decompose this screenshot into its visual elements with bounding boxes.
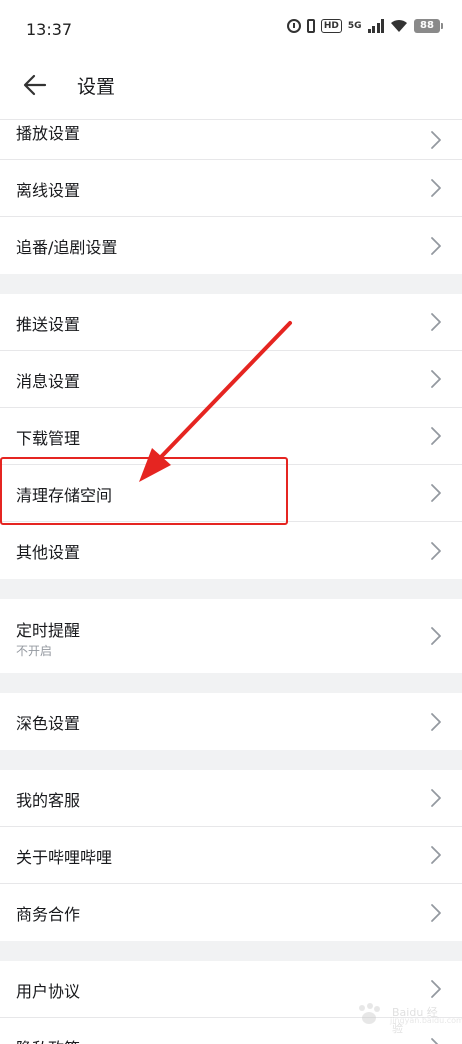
- settings-group: 播放设置离线设置追番/追剧设置: [0, 120, 462, 274]
- chevron-right-icon: [430, 369, 442, 389]
- chevron-right-icon: [430, 903, 442, 923]
- settings-item[interactable]: 推送设置: [0, 294, 462, 351]
- back-arrow-icon[interactable]: [22, 72, 48, 98]
- chevron-right-icon: [430, 426, 442, 446]
- settings-item[interactable]: 消息设置: [0, 351, 462, 408]
- vibrate-icon: [306, 19, 315, 33]
- group-separator: [0, 750, 462, 770]
- settings-item[interactable]: 离线设置: [0, 160, 462, 217]
- settings-group: 我的客服关于哔哩哔哩 商务合作: [0, 770, 462, 941]
- status-icons: HD 5G 88: [286, 19, 443, 33]
- watermark: Baidu 经验 jingyan.baidu.com: [352, 1002, 462, 1035]
- settings-item-label: 清理存储空间: [16, 486, 113, 505]
- signal-icon: [367, 19, 384, 33]
- chevron-right-icon: [430, 178, 442, 198]
- chevron-right-icon: [430, 130, 442, 150]
- settings-item[interactable]: 我的客服: [0, 770, 462, 827]
- chevron-right-icon: [430, 788, 442, 808]
- group-separator: [0, 673, 462, 693]
- settings-item[interactable]: 定时提醒 不开启: [0, 599, 462, 673]
- hd-icon: HD: [320, 19, 342, 33]
- settings-item-label: 隐私政策: [16, 1035, 80, 1044]
- chevron-right-icon: [430, 541, 442, 561]
- chevron-right-icon: [430, 979, 442, 999]
- settings-item-label: 推送设置: [16, 315, 81, 334]
- settings-item[interactable]: 关于哔哩哔哩: [0, 827, 462, 884]
- battery-icon: 88: [414, 19, 443, 33]
- network-type-icon: 5G: [347, 20, 362, 31]
- chevron-right-icon: [430, 483, 442, 503]
- settings-group: 深色设置: [0, 693, 462, 750]
- alarm-icon: [286, 19, 301, 33]
- group-separator: [0, 274, 462, 294]
- settings-item-label: 商务合作: [16, 905, 81, 924]
- settings-item[interactable]: 其他设置: [0, 522, 462, 579]
- page-title: 设置: [77, 76, 116, 98]
- top-bar: 13:37 HD 5G 88 设置: [0, 0, 462, 120]
- settings-item-value: 不开启: [16, 644, 53, 658]
- chevron-right-icon: [430, 626, 442, 646]
- settings-item-label: 播放设置: [16, 124, 81, 143]
- settings-list: 播放设置离线设置追番/追剧设置 推送设置消息设置下载管理清理存储空间 其他设置定时提…: [0, 120, 462, 1044]
- settings-item-label: 我的客服: [16, 791, 81, 810]
- settings-group: 推送设置消息设置下载管理清理存储空间 其他设置: [0, 294, 462, 579]
- settings-item-label: 关于哔哩哔哩: [16, 848, 113, 867]
- settings-item[interactable]: 商务合作: [0, 884, 462, 941]
- chevron-right-icon: [430, 1037, 442, 1044]
- group-separator: [0, 579, 462, 599]
- settings-item-label: 其他设置: [16, 543, 81, 562]
- group-separator: [0, 941, 462, 961]
- settings-group: 定时提醒 不开启: [0, 599, 462, 673]
- settings-item-label: 深色设置: [16, 714, 81, 733]
- chevron-right-icon: [430, 236, 442, 256]
- settings-item[interactable]: 深色设置: [0, 693, 462, 750]
- chevron-right-icon: [430, 845, 442, 865]
- status-time: 13:37: [26, 20, 73, 39]
- paw-icon: [359, 1003, 380, 1024]
- settings-item-label: 追番/追剧设置: [16, 238, 118, 257]
- settings-item[interactable]: 播放设置: [0, 120, 462, 160]
- status-bar: 13:37 HD 5G 88: [0, 0, 462, 60]
- wifi-icon: [391, 19, 407, 32]
- chevron-right-icon: [430, 712, 442, 732]
- watermark-url: jingyan.baidu.com: [390, 1016, 462, 1025]
- chevron-right-icon: [430, 312, 442, 332]
- settings-item[interactable]: 追番/追剧设置: [0, 217, 462, 274]
- settings-item[interactable]: 下载管理: [0, 408, 462, 465]
- settings-item-label: 消息设置: [16, 372, 81, 391]
- settings-item-label: 定时提醒: [16, 621, 81, 640]
- settings-item-label: 下载管理: [16, 429, 81, 448]
- settings-item[interactable]: 清理存储空间: [0, 465, 462, 522]
- settings-item-label: 用户协议: [16, 982, 81, 1001]
- settings-item-label: 离线设置: [16, 181, 81, 200]
